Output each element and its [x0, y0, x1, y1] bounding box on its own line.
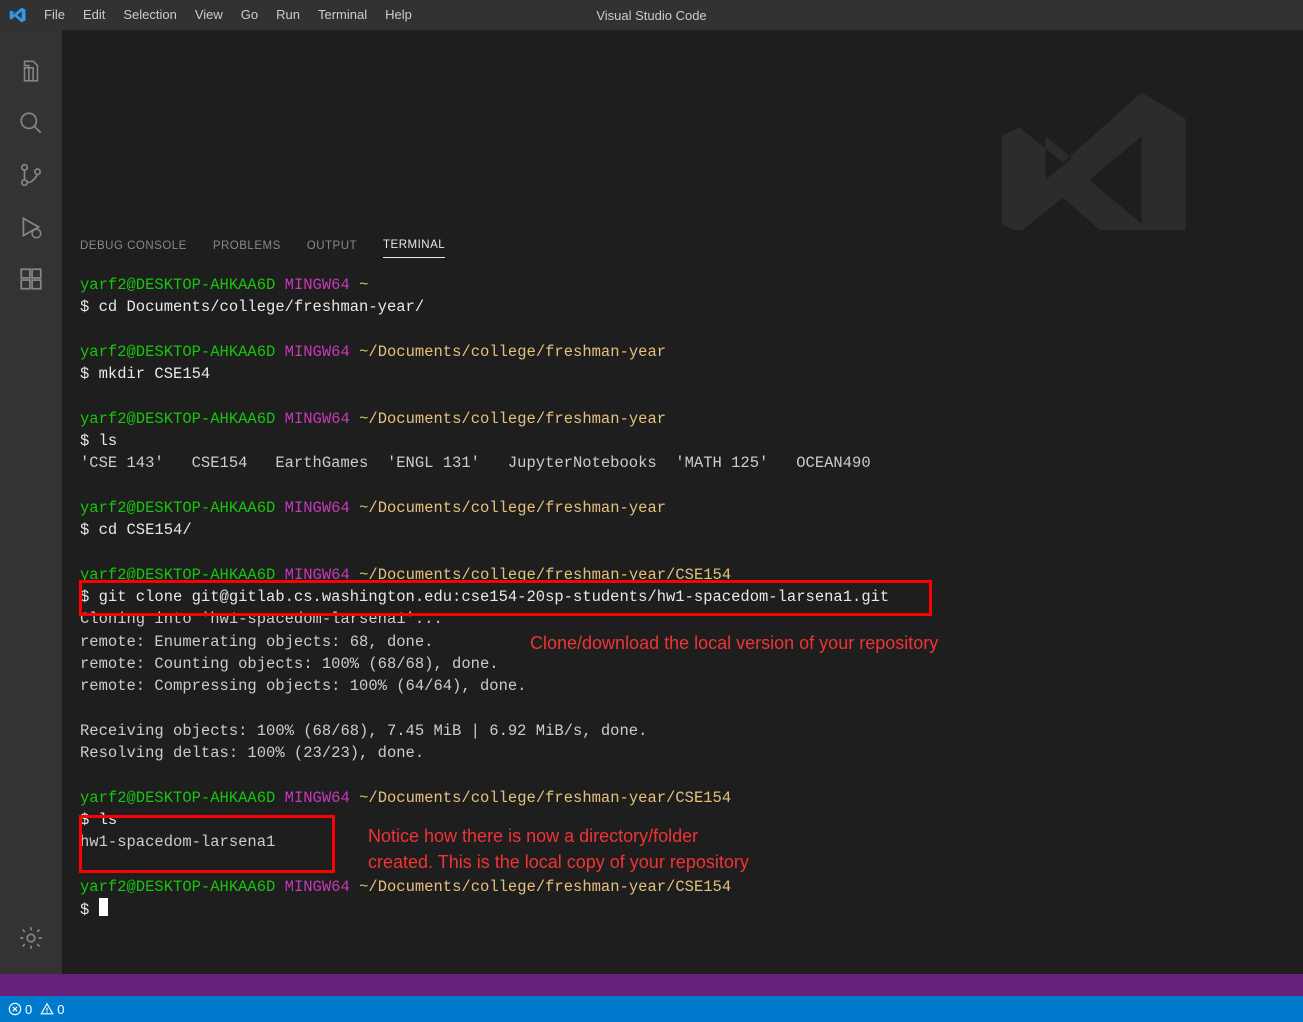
- menu-bar: File Edit Selection View Go Run Terminal…: [35, 0, 421, 30]
- clone-output-line: Resolving deltas: 100% (23/23), done.: [80, 744, 424, 762]
- activity-bar: [0, 30, 62, 974]
- status-bar-bottom: 0 0: [0, 996, 1303, 1022]
- run-debug-icon[interactable]: [7, 201, 55, 253]
- ls-output: 'CSE 143' CSE154 EarthGames 'ENGL 131' J…: [80, 454, 871, 472]
- menu-run[interactable]: Run: [267, 0, 309, 30]
- settings-gear-icon[interactable]: [7, 912, 55, 964]
- panel: DEBUG CONSOLE PROBLEMS OUTPUT TERMINAL y…: [62, 230, 1303, 974]
- clone-output-line: Cloning into 'hw1-spacedom-larsena1'...: [80, 610, 443, 628]
- status-warnings-count: 0: [57, 1002, 64, 1017]
- source-control-icon[interactable]: [7, 149, 55, 201]
- warning-icon: [40, 1002, 54, 1016]
- terminal-cursor: [99, 898, 108, 916]
- prompt-user: yarf2@DESKTOP-AHKAA6D: [80, 878, 275, 896]
- editor-area: DEBUG CONSOLE PROBLEMS OUTPUT TERMINAL y…: [62, 30, 1303, 974]
- status-errors[interactable]: 0: [8, 1002, 32, 1017]
- cmd-cd-cse154: $ cd CSE154/: [80, 521, 192, 539]
- menu-go[interactable]: Go: [232, 0, 267, 30]
- prompt-user: yarf2@DESKTOP-AHKAA6D: [80, 276, 275, 294]
- clone-output-line: remote: Compressing objects: 100% (64/64…: [80, 677, 526, 695]
- cmd-git-clone: $ git clone git@gitlab.cs.washington.edu…: [80, 588, 889, 606]
- status-errors-count: 0: [25, 1002, 32, 1017]
- prompt-user: yarf2@DESKTOP-AHKAA6D: [80, 410, 275, 428]
- cmd-mkdir: $ mkdir CSE154: [80, 365, 210, 383]
- editor-background: [62, 30, 1303, 230]
- clone-output-line: remote: Enumerating objects: 68, done.: [80, 633, 433, 651]
- panel-tabs: DEBUG CONSOLE PROBLEMS OUTPUT TERMINAL: [62, 231, 1303, 266]
- search-icon[interactable]: [7, 97, 55, 149]
- prompt-user: yarf2@DESKTOP-AHKAA6D: [80, 789, 275, 807]
- clone-output-line: Receiving objects: 100% (68/68), 7.45 Mi…: [80, 722, 647, 740]
- prompt-sys: MINGW64: [285, 499, 350, 517]
- prompt-sys: MINGW64: [285, 878, 350, 896]
- explorer-icon[interactable]: [7, 45, 55, 97]
- prompt-user: yarf2@DESKTOP-AHKAA6D: [80, 499, 275, 517]
- tab-debug-console[interactable]: DEBUG CONSOLE: [80, 240, 187, 258]
- status-warnings[interactable]: 0: [40, 1002, 64, 1017]
- menu-selection[interactable]: Selection: [114, 0, 185, 30]
- terminal-content[interactable]: yarf2@DESKTOP-AHKAA6D MINGW64 ~ $ cd Doc…: [62, 266, 1303, 974]
- tab-terminal[interactable]: TERMINAL: [383, 239, 445, 258]
- cmd-ls-2: $ ls: [80, 811, 117, 829]
- vscode-logo: [0, 6, 35, 24]
- status-bar: 0 0: [0, 974, 1303, 1022]
- prompt-path: ~/Documents/college/freshman-year/CSE154: [359, 878, 731, 896]
- prompt-path: ~/Documents/college/freshman-year/CSE154: [359, 566, 731, 584]
- prompt-user: yarf2@DESKTOP-AHKAA6D: [80, 343, 275, 361]
- prompt-path: ~/Documents/college/freshman-year/CSE154: [359, 789, 731, 807]
- prompt-sys: MINGW64: [285, 276, 350, 294]
- prompt-sys: MINGW64: [285, 789, 350, 807]
- menu-terminal[interactable]: Terminal: [309, 0, 376, 30]
- prompt-sys: MINGW64: [285, 410, 350, 428]
- prompt-path: ~: [359, 276, 368, 294]
- error-icon: [8, 1002, 22, 1016]
- prompt-sys: MINGW64: [285, 343, 350, 361]
- prompt-dollar: $: [80, 901, 99, 919]
- tab-problems[interactable]: PROBLEMS: [213, 240, 281, 258]
- menu-view[interactable]: View: [186, 0, 232, 30]
- window-title: Visual Studio Code: [596, 8, 706, 23]
- prompt-path: ~/Documents/college/freshman-year: [359, 343, 666, 361]
- cmd-ls: $ ls: [80, 432, 117, 450]
- prompt-path: ~/Documents/college/freshman-year: [359, 410, 666, 428]
- prompt-path: ~/Documents/college/freshman-year: [359, 499, 666, 517]
- title-bar: File Edit Selection View Go Run Terminal…: [0, 0, 1303, 30]
- clone-output-line: remote: Counting objects: 100% (68/68), …: [80, 655, 499, 673]
- status-bar-purple-strip: [0, 974, 1303, 996]
- extensions-icon[interactable]: [7, 253, 55, 305]
- menu-help[interactable]: Help: [376, 0, 421, 30]
- ls2-output: hw1-spacedom-larsena1: [80, 833, 275, 851]
- prompt-sys: MINGW64: [285, 566, 350, 584]
- prompt-user: yarf2@DESKTOP-AHKAA6D: [80, 566, 275, 584]
- menu-edit[interactable]: Edit: [74, 0, 114, 30]
- tab-output[interactable]: OUTPUT: [307, 240, 357, 258]
- menu-file[interactable]: File: [35, 0, 74, 30]
- cmd-cd-freshman: $ cd Documents/college/freshman-year/: [80, 298, 424, 316]
